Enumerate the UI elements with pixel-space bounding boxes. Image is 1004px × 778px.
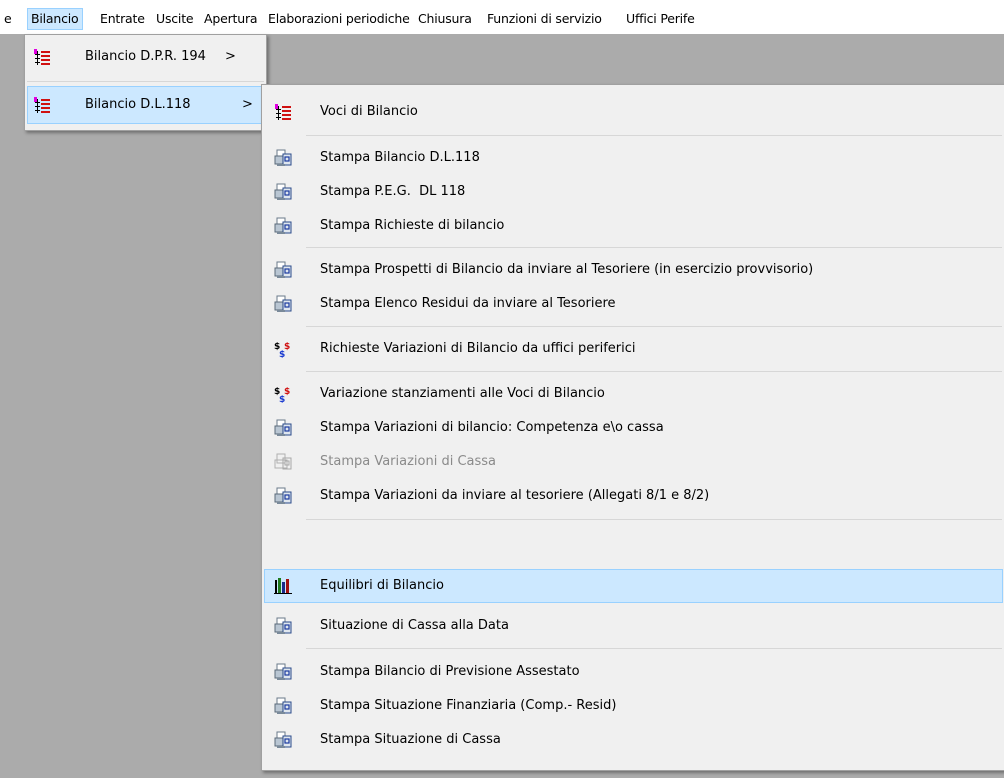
list-icon	[33, 48, 51, 66]
menu-item-stampa-prospetti-tesoriere[interactable]: Stampa Prospetti di Bilancio da inviare …	[264, 253, 1003, 287]
menu-separator	[306, 326, 1002, 327]
print-icon	[274, 731, 292, 749]
print-icon	[274, 295, 292, 313]
menu-item-bilancio-dpr-194[interactable]: Bilancio D.P.R. 194 >	[27, 38, 264, 76]
menubar-item-uscite[interactable]: Uscite	[152, 8, 197, 30]
menubar-item-truncated[interactable]: e	[0, 8, 16, 30]
menubar-item-chiusura[interactable]: Chiusura	[414, 8, 476, 30]
menu-item-label: Richieste Variazioni di Bilancio da uffi…	[320, 341, 636, 356]
menu-separator	[27, 81, 264, 82]
submenu-arrow-icon: >	[225, 49, 236, 64]
menu-item-stampa-richieste-di-bilancio[interactable]: Stampa Richieste di bilancio	[264, 209, 1003, 243]
bar-chart-icon	[274, 577, 292, 595]
menu-item-label: Stampa Richieste di bilancio	[320, 218, 505, 233]
menubar-item-entrate[interactable]: Entrate	[96, 8, 149, 30]
menubar-item-apertura[interactable]: Apertura	[200, 8, 261, 30]
menu-item-label: Variazione stanziamenti alle Voci di Bil…	[320, 386, 605, 401]
menu-item-label: Bilancio D.P.R. 194	[85, 49, 206, 64]
menu-item-stampa-bilancio-previsione-assestato[interactable]: Stampa Bilancio di Previsione Assestato	[264, 655, 1003, 689]
dollar-icon	[274, 385, 292, 403]
menu-item-stampa-variazioni-competenza-cassa[interactable]: Stampa Variazioni di bilancio: Competenz…	[264, 411, 1003, 445]
submenu-arrow-icon: >	[242, 97, 253, 112]
menu-item-stampa-variazioni-tesoriere-allegati[interactable]: Stampa Variazioni da inviare al tesorier…	[264, 479, 1003, 513]
bilancio-dl118-dropdown: Voci di Bilancio Stampa Bilancio D.L.118…	[261, 84, 1004, 771]
menu-item-stampa-elenco-residui[interactable]: Stampa Elenco Residui da inviare al Teso…	[264, 287, 1003, 321]
menu-item-label: Stampa Situazione di Cassa	[320, 732, 501, 747]
menu-item-label: Stampa Variazioni da inviare al tesorier…	[320, 488, 710, 503]
menu-item-voci-di-bilancio[interactable]: Voci di Bilancio	[264, 95, 1003, 129]
print-icon	[274, 419, 292, 437]
menu-separator	[306, 247, 1002, 248]
print-icon	[274, 453, 292, 471]
print-icon	[274, 183, 292, 201]
menu-item-label: Stampa Bilancio D.L.118	[320, 150, 480, 165]
print-icon	[274, 217, 292, 235]
menubar-item-uffici-periferici[interactable]: Uffici Perife	[622, 8, 699, 30]
print-icon	[274, 663, 292, 681]
menu-separator	[306, 519, 1002, 520]
bilancio-dropdown: Bilancio D.P.R. 194 > Bilancio D.L.118 >	[24, 34, 267, 131]
menubar-item-elaborazioni-periodiche[interactable]: Elaborazioni periodiche	[264, 8, 414, 30]
menu-separator	[306, 371, 1002, 372]
menu-item-stampa-bilancio-dl118[interactable]: Stampa Bilancio D.L.118	[264, 141, 1003, 175]
print-icon	[274, 487, 292, 505]
menu-item-stampa-situazione-di-cassa[interactable]: Stampa Situazione di Cassa	[264, 723, 1003, 757]
menu-item-label: Stampa Variazioni di bilancio: Competenz…	[320, 420, 664, 435]
menu-item-situazione-di-cassa-alla-data[interactable]: Situazione di Cassa alla Data	[264, 609, 1003, 643]
menu-item-equilibri-di-bilancio[interactable]: Equilibri di Bilancio	[264, 569, 1003, 603]
print-icon	[274, 261, 292, 279]
dollar-icon	[274, 340, 292, 358]
menu-item-label: Stampa Bilancio di Previsione Assestato	[320, 664, 580, 679]
print-icon	[274, 617, 292, 635]
menu-item-label: Voci di Bilancio	[320, 104, 418, 119]
menu-item-stampa-situazione-finanziaria[interactable]: Stampa Situazione Finanziaria (Comp.- Re…	[264, 689, 1003, 723]
menu-item-label: Stampa Situazione Finanziaria (Comp.- Re…	[320, 698, 617, 713]
menu-item-label: Stampa Elenco Residui da inviare al Teso…	[320, 296, 616, 311]
menu-item-richieste-variazioni-uffici-periferici[interactable]: Richieste Variazioni di Bilancio da uffi…	[264, 332, 1003, 366]
menu-item-label: Stampa Prospetti di Bilancio da inviare …	[320, 262, 814, 277]
menu-item-label: Stampa Variazioni di Cassa	[320, 454, 497, 469]
menu-item-stampa-peg-dl118[interactable]: Stampa P.E.G. DL 118	[264, 175, 1003, 209]
menu-separator	[306, 135, 1002, 136]
menubar-item-bilancio[interactable]: Bilancio	[27, 8, 83, 30]
menu-item-label: Stampa P.E.G. DL 118	[320, 184, 466, 199]
menu-item-label: Bilancio D.L.118	[85, 97, 191, 112]
menu-item-label: Equilibri di Bilancio	[320, 578, 444, 593]
list-icon	[33, 96, 51, 114]
print-icon	[274, 149, 292, 167]
menu-bar: e Bilancio Entrate Uscite Apertura Elabo…	[0, 0, 1004, 34]
print-icon	[274, 697, 292, 715]
menu-item-variazione-stanziamenti[interactable]: Variazione stanziamenti alle Voci di Bil…	[264, 377, 1003, 411]
menubar-item-funzioni-di-servizio[interactable]: Funzioni di servizio	[483, 8, 606, 30]
list-icon	[274, 103, 292, 121]
menu-item-bilancio-dl-118[interactable]: Bilancio D.L.118 >	[27, 86, 264, 124]
menu-item-label: Situazione di Cassa alla Data	[320, 618, 509, 633]
menu-item-stampa-variazioni-di-cassa: Stampa Variazioni di Cassa	[264, 445, 1003, 479]
menu-separator	[306, 648, 1002, 649]
